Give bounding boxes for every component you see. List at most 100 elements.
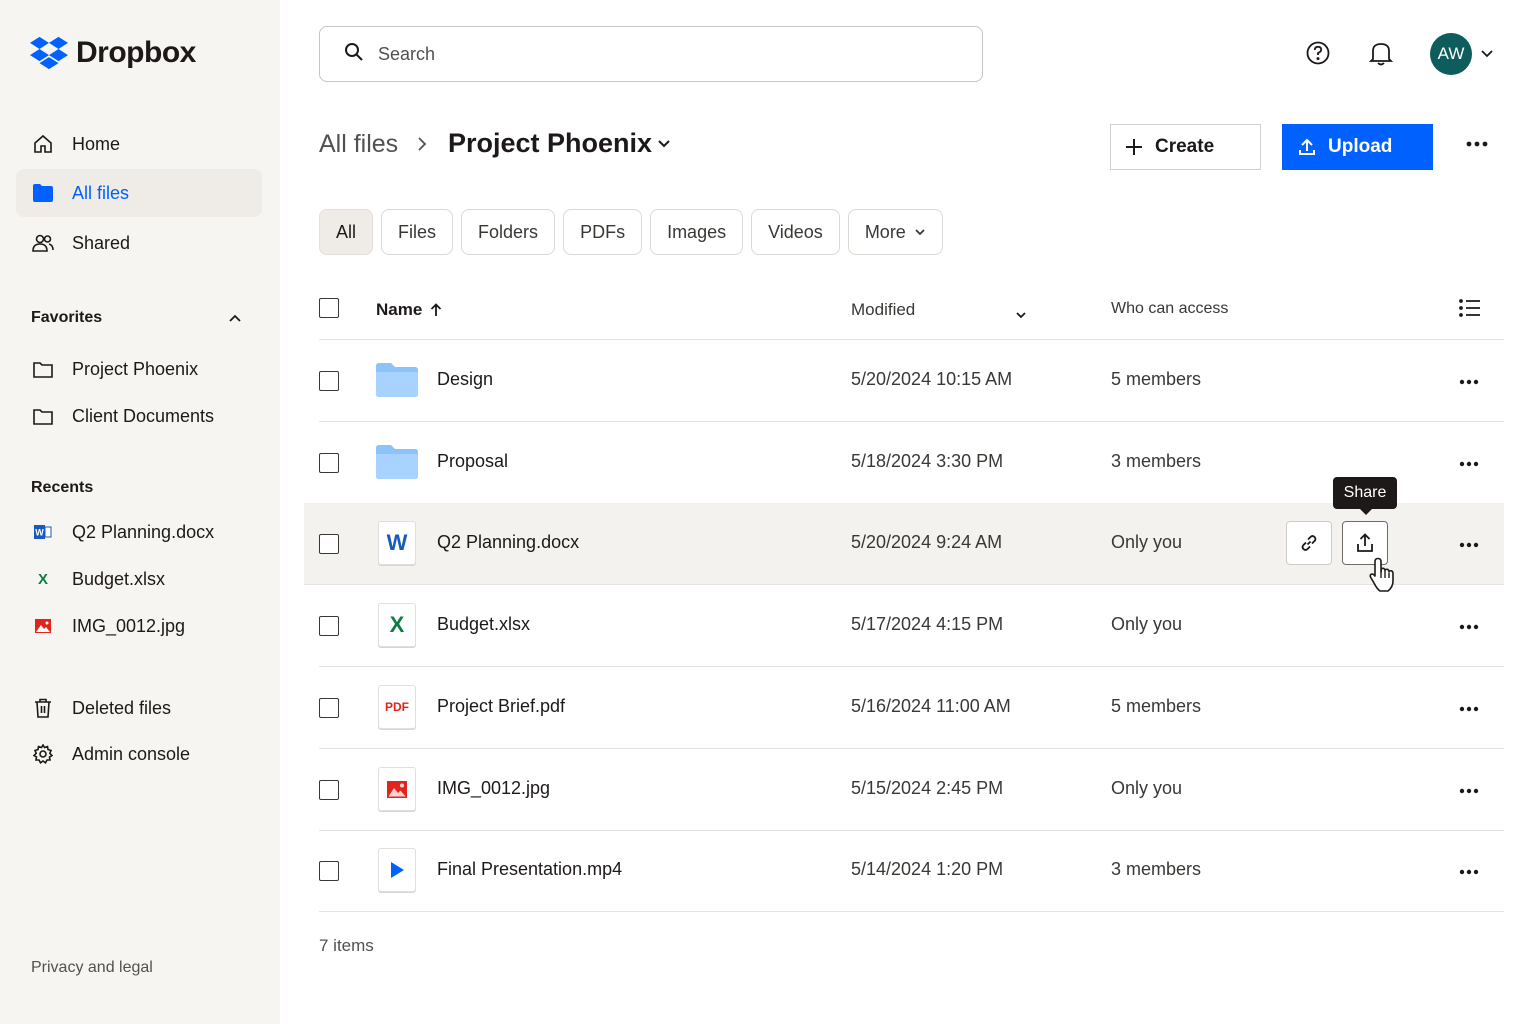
sidebar-item-label: Admin console xyxy=(72,743,191,764)
file-modified: 5/16/2024 11:00 AM xyxy=(851,696,1011,716)
file-access: Only you xyxy=(1111,532,1183,552)
file-name[interactable]: Budget.xlsx xyxy=(437,614,530,635)
sidebar-item-home[interactable]: Home xyxy=(16,120,262,168)
sidebar-item-deleted-files[interactable]: Deleted files xyxy=(16,684,262,732)
row-checkbox[interactable] xyxy=(319,371,339,391)
filter-videos[interactable]: Videos xyxy=(751,209,840,255)
file-name[interactable]: Design xyxy=(437,369,493,390)
privacy-legal-link[interactable]: Privacy and legal xyxy=(31,959,153,977)
create-button-label: Create xyxy=(1155,136,1215,157)
image-icon xyxy=(32,615,54,637)
more-options-icon[interactable] xyxy=(1459,535,1479,553)
column-header-name[interactable]: Name xyxy=(376,300,442,320)
file-access: 5 members xyxy=(1111,369,1202,389)
bell-icon[interactable] xyxy=(1366,38,1396,68)
file-name[interactable]: Q2 Planning.docx xyxy=(437,532,579,553)
table-row[interactable]: Proposal 5/18/2024 3:30 PM 3 members xyxy=(319,422,1504,504)
more-options-icon[interactable] xyxy=(1466,134,1488,152)
row-checkbox[interactable] xyxy=(319,698,339,718)
file-modified: 5/14/2024 1:20 PM xyxy=(851,859,1004,879)
svg-text:W: W xyxy=(35,528,44,538)
table-row[interactable]: IMG_0012.jpg 5/15/2024 2:45 PM Only you xyxy=(319,749,1504,831)
favorite-item-client-documents[interactable]: Client Documents xyxy=(16,392,262,440)
folder-outline-icon xyxy=(32,358,54,380)
list-view-icon[interactable] xyxy=(1459,298,1481,323)
file-name[interactable]: Project Brief.pdf xyxy=(437,696,565,717)
people-icon xyxy=(32,232,54,254)
file-name[interactable]: IMG_0012.jpg xyxy=(437,778,550,799)
recents-heading: Recents xyxy=(31,479,94,496)
chevron-down-icon[interactable] xyxy=(1015,304,1027,324)
share-tooltip: Share xyxy=(1333,477,1397,515)
dropbox-logo[interactable]: Dropbox xyxy=(30,36,196,70)
home-icon xyxy=(32,133,54,155)
pdf-icon: PDF xyxy=(376,685,418,729)
help-icon[interactable] xyxy=(1303,38,1333,68)
file-modified: 5/20/2024 10:15 AM xyxy=(851,369,1013,389)
recent-item-label: Budget.xlsx xyxy=(72,568,166,589)
chevron-down-icon[interactable] xyxy=(656,137,672,155)
sidebar-item-admin-console[interactable]: Admin console xyxy=(16,730,262,778)
file-modified: 5/20/2024 9:24 AM xyxy=(851,532,1003,552)
favorite-item-project-phoenix[interactable]: Project Phoenix xyxy=(16,345,262,393)
sidebar-item-label: Home xyxy=(72,133,121,154)
sidebar-item-label: Deleted files xyxy=(72,697,172,718)
recent-item-img-0012[interactable]: IMG_0012.jpg xyxy=(16,602,262,650)
file-name[interactable]: Proposal xyxy=(437,451,508,472)
filter-files[interactable]: Files xyxy=(381,209,454,255)
folder-outline-icon xyxy=(32,405,54,427)
sidebar-item-shared[interactable]: Shared xyxy=(16,219,262,267)
select-all-checkbox[interactable] xyxy=(319,298,339,318)
pdf-file-tile: PDF xyxy=(378,685,416,729)
search-icon xyxy=(344,42,364,67)
more-options-icon[interactable] xyxy=(1459,372,1479,390)
row-checkbox[interactable] xyxy=(319,616,339,636)
chevron-down-icon[interactable] xyxy=(1472,39,1502,69)
file-name[interactable]: Final Presentation.mp4 xyxy=(437,859,622,880)
avatar[interactable]: AW xyxy=(1430,33,1472,75)
row-checkbox[interactable] xyxy=(319,861,339,881)
more-options-icon[interactable] xyxy=(1459,454,1479,472)
filter-all[interactable]: All xyxy=(319,209,374,255)
more-options-icon[interactable] xyxy=(1459,862,1479,880)
table-row[interactable]: Design 5/20/2024 10:15 AM 5 members xyxy=(319,340,1504,422)
favorites-heading: Favorites xyxy=(31,309,103,326)
upload-button[interactable]: Upload xyxy=(1282,124,1433,170)
file-modified: 5/17/2024 4:15 PM xyxy=(851,614,1004,634)
file-modified: 5/15/2024 2:45 PM xyxy=(851,778,1004,798)
file-access: 3 members xyxy=(1111,859,1202,879)
chevron-down-icon xyxy=(915,229,925,236)
row-checkbox[interactable] xyxy=(319,453,339,473)
more-options-icon[interactable] xyxy=(1459,781,1479,799)
page-title: Project Phoenix xyxy=(448,128,653,158)
table-row[interactable]: W Q2 Planning.docx 5/20/2024 9:24 AM Onl… xyxy=(304,503,1504,585)
more-options-icon[interactable] xyxy=(1459,617,1479,635)
more-options-icon[interactable] xyxy=(1459,699,1479,717)
filter-more[interactable]: More xyxy=(847,209,943,255)
filter-more-label: More xyxy=(864,221,906,242)
breadcrumb-all-files[interactable]: All files xyxy=(319,130,398,159)
filter-images[interactable]: Images xyxy=(650,209,744,255)
file-access: Only you xyxy=(1111,614,1183,634)
sidebar-item-all-files[interactable]: All files xyxy=(16,169,262,217)
filter-folders[interactable]: Folders xyxy=(461,209,556,255)
pdf-glyph: PDF xyxy=(385,700,409,714)
recent-item-q2-planning[interactable]: W Q2 Planning.docx xyxy=(16,508,262,556)
search-input[interactable]: Search xyxy=(319,26,983,82)
upload-icon xyxy=(1299,138,1315,155)
row-checkbox[interactable] xyxy=(319,534,339,554)
plus-icon xyxy=(1126,139,1142,155)
row-checkbox[interactable] xyxy=(319,780,339,800)
table-header: Name Modified Who can access xyxy=(319,290,1504,340)
create-button[interactable]: Create xyxy=(1110,124,1261,170)
sidebar-item-label: Shared xyxy=(72,232,131,253)
table-row[interactable]: X Budget.xlsx 5/17/2024 4:15 PM Only you xyxy=(319,585,1504,667)
column-header-modified[interactable]: Modified xyxy=(851,300,915,320)
filter-pdfs[interactable]: PDFs xyxy=(563,209,643,255)
chevron-up-icon[interactable] xyxy=(228,310,242,328)
table-row[interactable]: Final Presentation.mp4 5/14/2024 1:20 PM… xyxy=(319,830,1504,912)
copy-link-button[interactable] xyxy=(1286,521,1332,565)
recent-item-budget[interactable]: X Budget.xlsx xyxy=(16,555,262,603)
sidebar: Dropbox Home All files Shared Favorites … xyxy=(0,0,280,1024)
table-row[interactable]: PDF Project Brief.pdf 5/16/2024 11:00 AM… xyxy=(319,667,1504,749)
